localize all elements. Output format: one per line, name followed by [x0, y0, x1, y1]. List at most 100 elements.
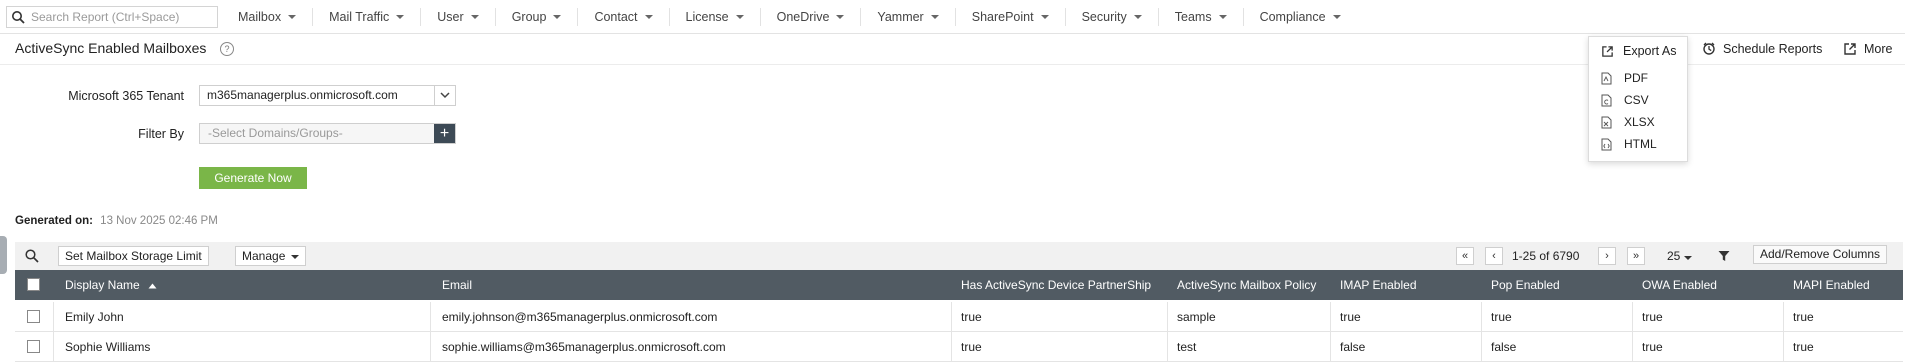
- row-checkbox[interactable]: [27, 310, 40, 323]
- column-activesync-policy[interactable]: ActiveSync Mailbox Policy: [1177, 278, 1316, 292]
- table-row[interactable]: Sophie Williams sophie.williams@m365mana…: [15, 332, 1903, 362]
- export-pdf[interactable]: PDF: [1601, 71, 1648, 85]
- generated-on: Generated on: 13 Nov 2025 02:46 PM: [15, 215, 218, 227]
- export-option-label: XLSX: [1624, 115, 1655, 129]
- add-filter-button[interactable]: +: [434, 124, 455, 143]
- tenant-select[interactable]: m365managerplus.onmicrosoft.com: [199, 85, 456, 106]
- column-imap-enabled[interactable]: IMAP Enabled: [1340, 278, 1417, 292]
- column-pop-enabled[interactable]: Pop Enabled: [1491, 278, 1560, 292]
- column-display-name[interactable]: Display Name: [65, 278, 157, 292]
- table-header: Display Name Email Has ActiveSync Device…: [15, 270, 1903, 300]
- menu-license[interactable]: License: [668, 8, 760, 26]
- export-menu-header[interactable]: Export As: [1601, 44, 1677, 58]
- export-xlsx[interactable]: XLSX: [1601, 115, 1655, 129]
- page-title: ActiveSync Enabled Mailboxes: [15, 40, 207, 56]
- menu-group[interactable]: Group: [494, 8, 578, 26]
- column-activesync-partnership[interactable]: Has ActiveSync Device PartnerShip: [961, 278, 1151, 292]
- cell-divider: [1783, 302, 1784, 332]
- cell-owa: true: [1642, 310, 1663, 324]
- side-panel-toggle[interactable]: [0, 236, 7, 274]
- menu-teams[interactable]: Teams: [1157, 8, 1243, 26]
- table-row[interactable]: Emily John emily.johnson@m365managerplus…: [15, 302, 1903, 332]
- caret-down-icon: [1218, 15, 1227, 19]
- next-page-button[interactable]: ›: [1598, 247, 1616, 265]
- prev-page-button[interactable]: ‹: [1485, 247, 1503, 265]
- search-icon: [12, 11, 25, 24]
- menu-label: Teams: [1174, 10, 1212, 24]
- page-size-value: 25: [1667, 249, 1681, 263]
- cell-divider: [1632, 332, 1633, 362]
- cell-divider: [53, 332, 54, 362]
- manage-label: Manage: [242, 249, 286, 263]
- table-search-icon[interactable]: [24, 248, 40, 264]
- select-all-checkbox[interactable]: [27, 278, 40, 291]
- more-button[interactable]: More: [1843, 42, 1892, 56]
- menu-label: Security: [1081, 10, 1127, 24]
- cell-policy: sample: [1177, 310, 1216, 324]
- menu-label: SharePoint: [971, 10, 1034, 24]
- cell-divider: [1783, 332, 1784, 362]
- menu-user[interactable]: User: [420, 8, 494, 26]
- cell-owa: true: [1642, 340, 1663, 354]
- caret-down-icon: [396, 15, 405, 19]
- more-icon: [1844, 43, 1856, 55]
- cell-divider: [1167, 332, 1168, 362]
- main-menu: Mailbox Mail Traffic User Group Contact …: [222, 0, 1357, 34]
- manage-dropdown[interactable]: Manage: [235, 246, 307, 266]
- cell-imap: false: [1340, 340, 1366, 354]
- column-mapi-enabled[interactable]: MAPI Enabled: [1793, 278, 1870, 292]
- chevron-down-icon: [440, 92, 450, 99]
- menu-label: Group: [511, 10, 547, 24]
- page-size-select[interactable]: 25: [1667, 249, 1693, 263]
- schedule-reports-button[interactable]: Schedule Reports: [1702, 42, 1822, 56]
- table-toolbar: Set Mailbox Storage Limit Manage « ‹ 1-2…: [15, 242, 1903, 270]
- menu-contact[interactable]: Contact: [577, 8, 668, 26]
- caret-down-icon: [930, 15, 939, 19]
- menu-onedrive[interactable]: OneDrive: [759, 8, 861, 26]
- export-csv[interactable]: CSV: [1601, 93, 1649, 107]
- menu-mailbox[interactable]: Mailbox: [222, 8, 312, 26]
- cell-divider: [1330, 302, 1331, 332]
- last-page-button[interactable]: »: [1627, 247, 1645, 265]
- cell-divider: [53, 302, 54, 332]
- cell-divider: [1481, 332, 1482, 362]
- help-icon[interactable]: ?: [220, 42, 234, 56]
- menu-security[interactable]: Security: [1064, 8, 1158, 26]
- filter-icon[interactable]: [1718, 250, 1730, 262]
- filter-select[interactable]: -Select Domains/Groups- +: [199, 123, 456, 144]
- column-owa-enabled[interactable]: OWA Enabled: [1642, 278, 1717, 292]
- export-html[interactable]: HTML: [1601, 137, 1657, 151]
- csv-file-icon: [1601, 94, 1612, 106]
- sort-asc-icon: [148, 283, 157, 289]
- first-page-button[interactable]: «: [1456, 247, 1474, 265]
- caret-down-icon: [1684, 256, 1693, 260]
- cell-divider: [1330, 332, 1331, 362]
- tenant-dropdown-button[interactable]: [434, 86, 455, 105]
- cell-policy: test: [1177, 340, 1197, 354]
- menu-label: Mail Traffic: [329, 10, 390, 24]
- html-file-icon: [1601, 138, 1612, 150]
- schedule-label: Schedule Reports: [1723, 42, 1823, 56]
- pagination-info: 1-25 of 6790: [1512, 249, 1580, 263]
- menu-compliance[interactable]: Compliance: [1242, 8, 1357, 26]
- caret-down-icon: [735, 15, 744, 19]
- cell-divider: [430, 332, 431, 362]
- set-storage-limit-button[interactable]: Set Mailbox Storage Limit: [58, 246, 209, 266]
- filter-label: Filter By: [138, 127, 184, 141]
- cell-partnership: true: [961, 340, 982, 354]
- generate-now-button[interactable]: Generate Now: [199, 167, 307, 189]
- menu-mail-traffic[interactable]: Mail Traffic: [312, 8, 420, 26]
- row-checkbox[interactable]: [27, 340, 40, 353]
- cell-divider: [951, 332, 952, 362]
- column-email[interactable]: Email: [442, 278, 472, 292]
- cell-imap: true: [1340, 310, 1361, 324]
- menu-sharepoint[interactable]: SharePoint: [954, 8, 1065, 26]
- search-box[interactable]: [6, 6, 218, 28]
- export-dropdown: Export As PDF CSV XLSX HTML: [1588, 36, 1688, 162]
- search-input[interactable]: [31, 10, 211, 24]
- menu-yammer[interactable]: Yammer: [860, 8, 954, 26]
- menu-label: Mailbox: [238, 10, 282, 24]
- cell-divider: [1632, 302, 1633, 332]
- add-remove-columns-button[interactable]: Add/Remove Columns: [1753, 245, 1888, 264]
- cell-pop: false: [1491, 340, 1517, 354]
